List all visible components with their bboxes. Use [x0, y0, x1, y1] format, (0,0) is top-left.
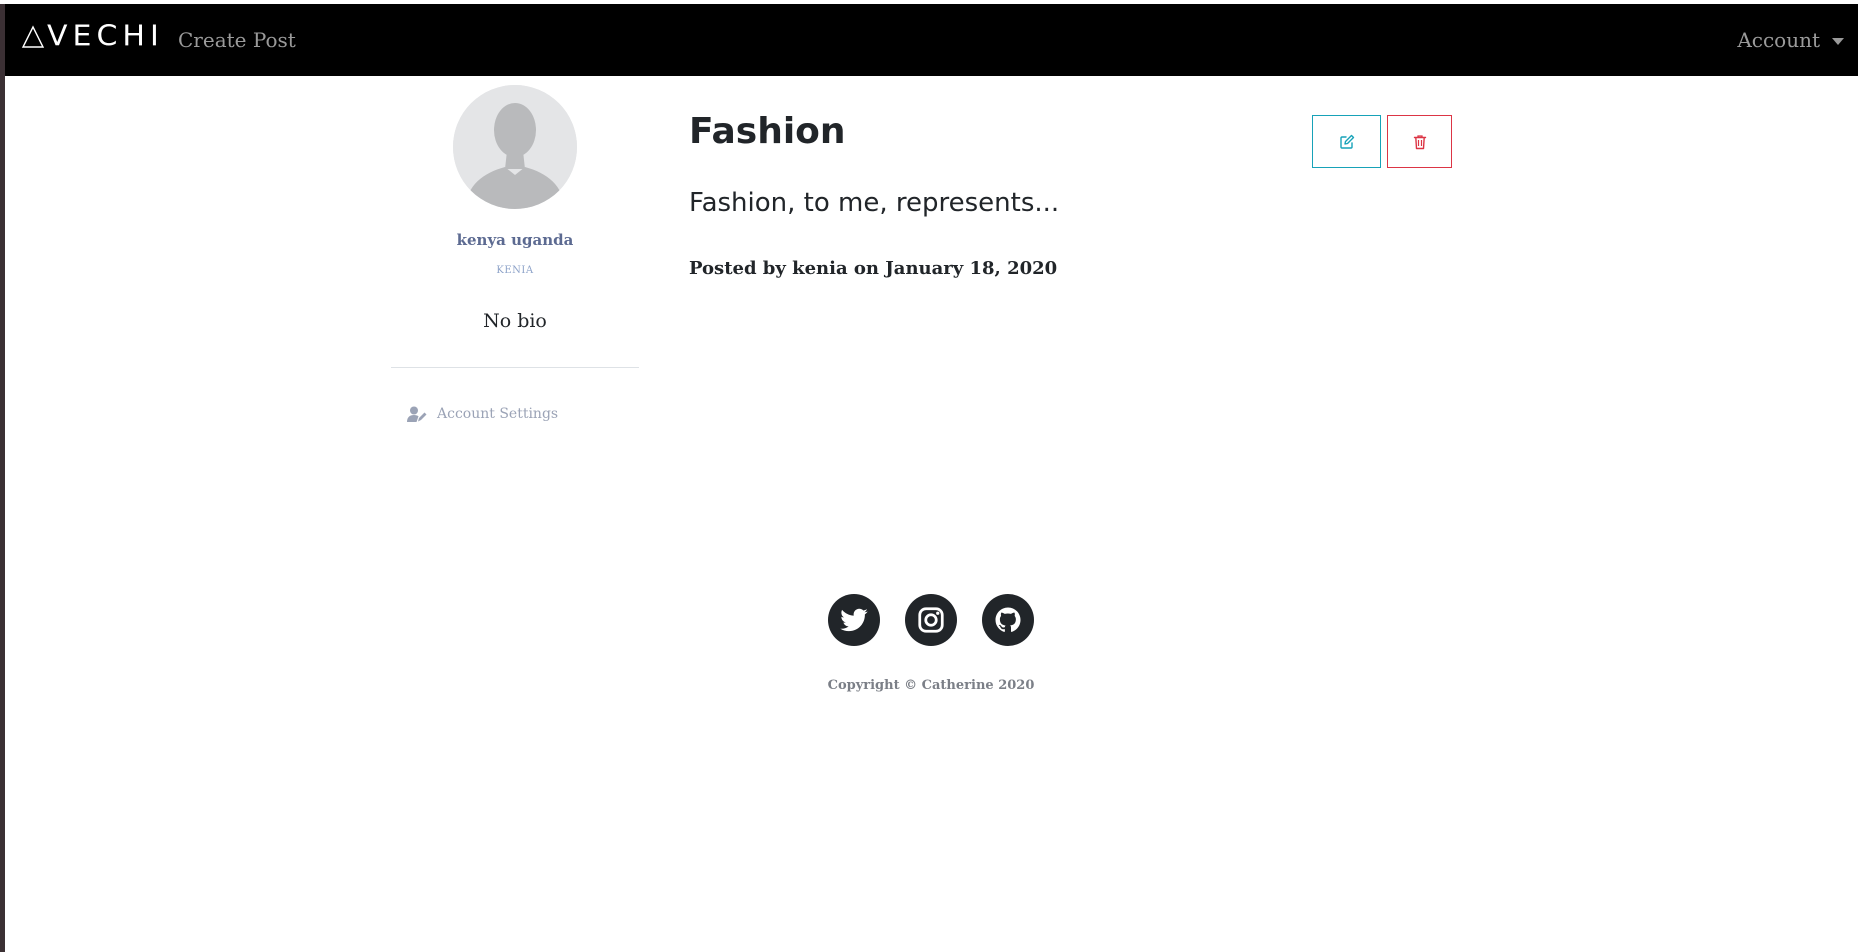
sidebar-divider	[391, 367, 639, 368]
twitter-link[interactable]	[828, 594, 880, 646]
caret-down-icon	[1832, 37, 1844, 45]
create-post-link[interactable]: Create Post	[178, 30, 296, 50]
account-label: Account	[1737, 28, 1820, 52]
profile-bio: No bio	[483, 310, 547, 332]
edit-post-button[interactable]	[1312, 115, 1381, 168]
avatar	[453, 85, 577, 209]
trash-icon	[1413, 134, 1426, 149]
user-edit-icon	[407, 406, 427, 422]
post-meta: Posted by kenia on January 18, 2020	[689, 258, 1058, 279]
default-user-avatar-icon	[453, 85, 577, 209]
profile-username: KENIA	[496, 265, 534, 276]
instagram-icon	[918, 607, 944, 633]
edit-icon	[1339, 134, 1354, 149]
twitter-icon	[840, 608, 868, 632]
top-navbar: VECHI Create Post Account	[5, 4, 1858, 76]
triangle-logo-icon	[21, 25, 45, 48]
profile-full-name: kenya uganda	[456, 231, 574, 249]
brand-logo[interactable]: VECHI	[21, 22, 164, 52]
github-link[interactable]	[982, 594, 1034, 646]
delete-post-button[interactable]	[1387, 115, 1452, 168]
post-body: Fashion, to me, represents...	[689, 188, 1060, 218]
account-settings-label: Account Settings	[437, 406, 559, 422]
account-settings-link[interactable]: Account Settings	[407, 406, 558, 422]
post-title: Fashion	[689, 111, 846, 152]
instagram-link[interactable]	[905, 594, 957, 646]
account-dropdown[interactable]: Account	[1737, 30, 1844, 50]
github-icon	[995, 607, 1021, 632]
window-edge	[0, 0, 5, 952]
footer-copyright: Copyright © Catherine 2020	[827, 678, 1035, 693]
brand-name: VECHI	[47, 19, 164, 54]
